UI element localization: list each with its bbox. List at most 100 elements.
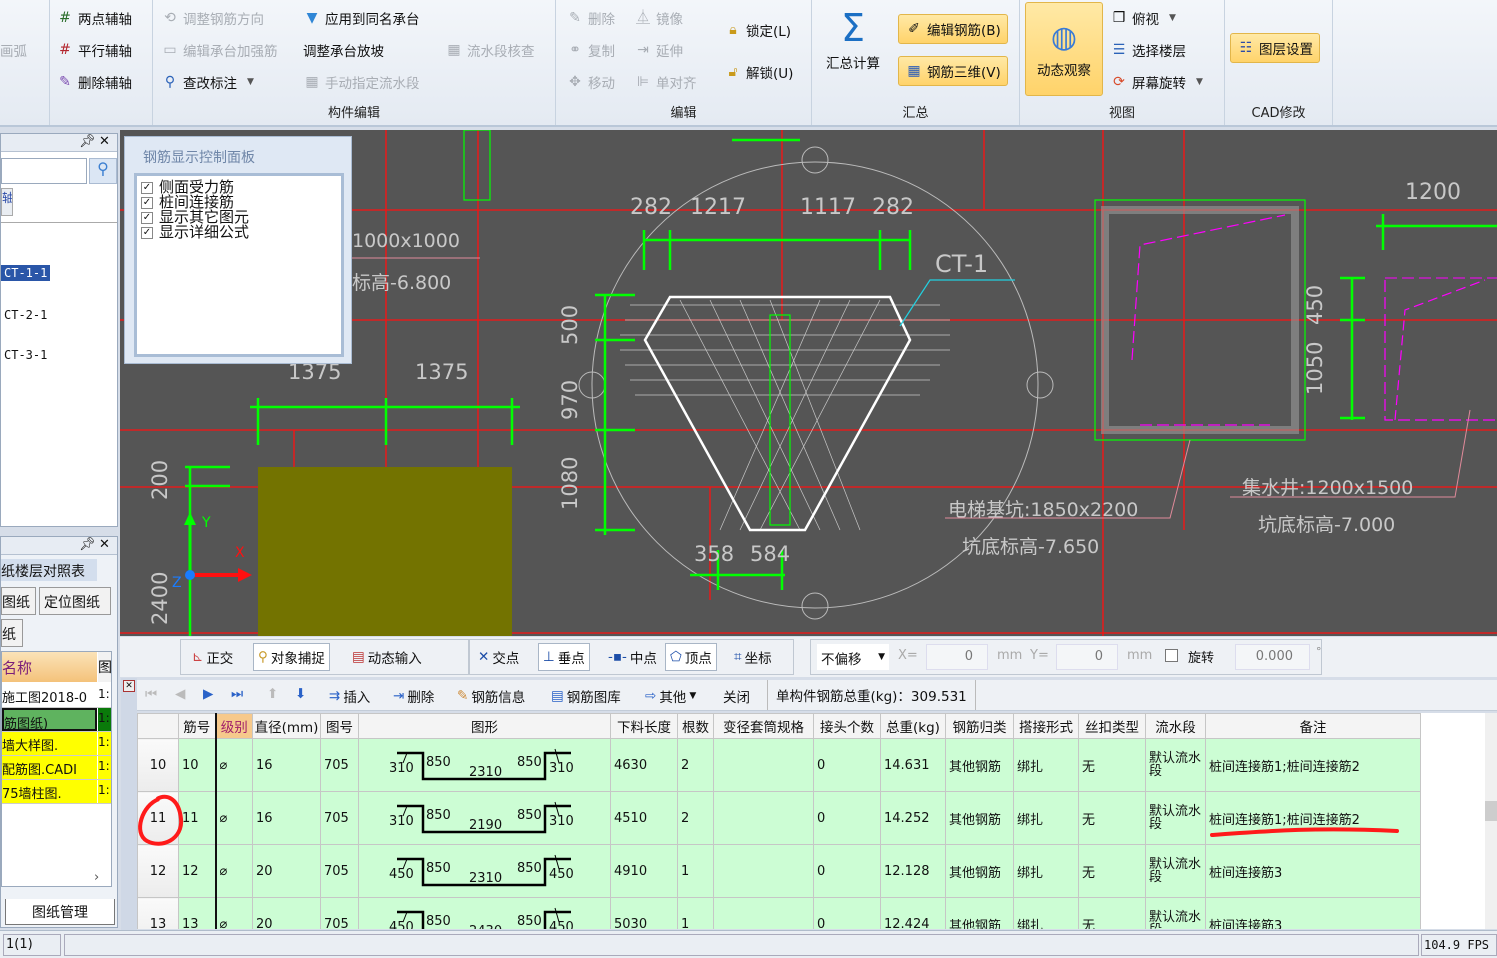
next-record-button[interactable]: ▶	[203, 686, 213, 702]
select-floor-button[interactable]: ☰ 选择楼层	[1110, 40, 1186, 60]
tab-axis[interactable]: 轴	[1, 188, 13, 216]
move-down-button[interactable]: ⬇	[295, 686, 306, 702]
cad-canvas[interactable]: 282 1217 1117 282 1000x1000 标高-6.800 1375 1375 5…	[120, 130, 1497, 636]
label: 顶点	[684, 651, 712, 667]
close-table-button[interactable]: 关闭	[723, 686, 750, 706]
rebar-3d-button[interactable]: ▦ 钢筋三维(V)	[898, 56, 1008, 86]
lock-button[interactable]: 🔒︎ 锁定(L)	[724, 20, 791, 40]
tab-drawing-management[interactable]: 图纸管理	[5, 899, 115, 925]
last-record-button[interactable]: ⏭	[231, 686, 243, 702]
move-button[interactable]: ✥ 移动	[566, 72, 615, 92]
pin-icon[interactable]: 📌︎	[79, 537, 96, 552]
checkbox[interactable]: ✓	[141, 181, 153, 194]
scrollbar-thumb[interactable]	[1485, 801, 1497, 821]
label: 不偏移	[821, 652, 862, 668]
drawing-list-row[interactable]: 施工图2018-0 1:	[2, 684, 111, 708]
drawing-button[interactable]: 图纸	[1, 587, 36, 615]
drawing-list-row[interactable]: 筋图纸) 1:	[2, 708, 111, 732]
drawing-list-row[interactable]: 75墙柱图. 1:	[2, 780, 111, 804]
fps-indicator: 104.9 FPS	[1421, 934, 1497, 956]
two-point-axis-button[interactable]: # 两点辅轴	[56, 8, 132, 28]
search-input[interactable]	[1, 158, 87, 184]
column-header-name[interactable]: 名称	[2, 652, 97, 682]
y-offset-input[interactable]: 0	[1056, 644, 1118, 670]
offset-mode-select[interactable]: 不偏移 ▼	[817, 644, 889, 670]
close-icon[interactable]: ✕	[99, 134, 110, 149]
dynamic-input-button[interactable]: ▤ 动态输入	[348, 643, 426, 671]
extend-button[interactable]: ⇥ 延伸	[634, 40, 683, 60]
delete-axis-button[interactable]: ✎ 删除辅轴	[56, 72, 132, 92]
unlock-button[interactable]: 🔓︎ 解锁(U)	[724, 62, 793, 82]
rebar-option[interactable]: ✓ 显示详细公式	[141, 225, 249, 240]
midpoint-snap-button[interactable]: -▪- 中点	[604, 643, 661, 671]
edit-rebar-button[interactable]: ✐ 编辑钢筋(B)	[898, 14, 1008, 44]
search-button[interactable]: ⚲	[89, 158, 117, 184]
perpendicular-snap-button[interactable]: ⊥ 垂点	[538, 643, 590, 671]
summary-calc-button[interactable]: Σ 汇总计算	[826, 6, 880, 72]
dynamic-orbit-button[interactable]: ◍ 动态观察	[1025, 2, 1103, 96]
grip-handle[interactable]: ✕	[121, 678, 137, 930]
eraser-icon: ✎	[59, 74, 71, 90]
parallel-axis-button[interactable]: # 平行辅轴	[56, 40, 132, 60]
drawing-list-row[interactable]: 墙大样图. 1:	[2, 732, 111, 756]
tab-drawing-floor-table[interactable]: 纸楼层对照表	[1, 559, 97, 581]
checkbox[interactable]: ✓	[141, 196, 153, 209]
intersection-snap-button[interactable]: ✕ 交点	[474, 643, 523, 671]
pin-icon[interactable]: 📌︎	[79, 134, 96, 149]
layer-settings-button[interactable]: ☷ 图层设置	[1230, 33, 1320, 63]
component-tree: CT-1-1 CT-2-1 CT-3-1	[1, 222, 117, 522]
coordinate-snap-button[interactable]: ⌗ 坐标	[730, 643, 776, 671]
tree-item-ct-3-1[interactable]: CT-3-1	[1, 347, 50, 363]
close-icon[interactable]: ✕	[123, 680, 135, 692]
drawing-list-row[interactable]: 配筋图.CADI 1:	[2, 756, 111, 780]
stamp-icon: ▼	[306, 10, 318, 26]
rotate-angle-input[interactable]: 0.000	[1235, 644, 1310, 670]
mirror-button[interactable]: ⏅ 镜像	[634, 8, 683, 28]
group-component-edit: ⟲ 调整钢筋方向 ▭ 编辑承台加强筋 ⚲ 查改标注 ▼ ▼ 应用到同名承台 调整承台放坡 …	[153, 0, 556, 125]
vertex-snap-button[interactable]: ⬠ 顶点	[665, 643, 717, 671]
prev-record-button[interactable]: ◀	[175, 686, 185, 702]
move-up-button[interactable]: ⬆	[267, 686, 278, 702]
top-view-button[interactable]: ❒ 俯视 ▼	[1110, 8, 1176, 28]
rotate-checkbox[interactable]	[1165, 649, 1178, 662]
rebar-info-button[interactable]: ✎ 钢筋信息	[457, 686, 525, 706]
ortho-button[interactable]: ⊾ 正交	[188, 643, 237, 671]
edit-cap-reinforcement-button[interactable]: ▭ 编辑承台加强筋	[161, 40, 277, 60]
screen-rotate-button[interactable]: ⟳ 屏幕旋转 ▼	[1110, 72, 1203, 92]
copy-button[interactable]: ⚭ 复制	[566, 40, 615, 60]
column-header-scale[interactable]: 图	[98, 652, 111, 682]
object-snap-button[interactable]: ⚲ 对象捕捉	[253, 643, 330, 671]
edit-annotation-button[interactable]: ⚲ 查改标注 ▼	[161, 72, 254, 92]
drawing-button-2[interactable]: 纸	[1, 619, 23, 647]
unlock-icon: 🔓︎	[728, 64, 738, 80]
arc-button[interactable]: 画弧	[0, 40, 27, 60]
checkbox[interactable]: ✓	[141, 226, 153, 239]
x-offset-input[interactable]: 0	[926, 644, 988, 670]
adjust-cap-slope-button[interactable]: 调整承台放坡	[303, 40, 384, 60]
label: 删除	[588, 12, 615, 28]
locate-drawing-button[interactable]: 定位图纸	[39, 587, 111, 615]
cad-label: 1375	[415, 360, 469, 384]
label: 单对齐	[656, 76, 697, 92]
close-icon[interactable]: ✕	[99, 537, 110, 552]
apply-same-cap-button[interactable]: ▼ 应用到同名承台	[303, 8, 420, 28]
vertical-scrollbar[interactable]	[1485, 713, 1497, 929]
adjust-rebar-direction-button[interactable]: ⟲ 调整钢筋方向	[161, 8, 264, 28]
chevron-down-icon: ▼	[247, 77, 254, 87]
tree-item-ct-2-1[interactable]: CT-2-1	[1, 307, 50, 323]
label: 中点	[629, 651, 657, 667]
delete-row-button[interactable]: ⇥ 删除	[393, 686, 434, 706]
insert-button[interactable]: ⇉ 插入	[329, 686, 370, 706]
scroll-right-icon[interactable]: ›	[94, 870, 99, 885]
two-point-axis-icon: #	[59, 10, 71, 26]
align-button[interactable]: ⊫ 单对齐	[634, 72, 697, 92]
first-record-button[interactable]: ⏮	[145, 686, 157, 702]
delete-button[interactable]: ✎ 删除	[566, 8, 615, 28]
cad-label: 2400	[148, 571, 172, 625]
tree-item-ct-1-1[interactable]: CT-1-1	[1, 265, 51, 281]
assign-segment-button[interactable]: ▦ 手动指定流水段	[303, 72, 419, 92]
segment-check-button[interactable]: ▦ 流水段核查	[445, 40, 534, 60]
rebar-library-button[interactable]: ▤ 钢筋图库	[551, 686, 621, 706]
other-menu-button[interactable]: ⇨ 其他 ▼	[645, 686, 696, 706]
checkbox[interactable]: ✓	[141, 211, 153, 224]
